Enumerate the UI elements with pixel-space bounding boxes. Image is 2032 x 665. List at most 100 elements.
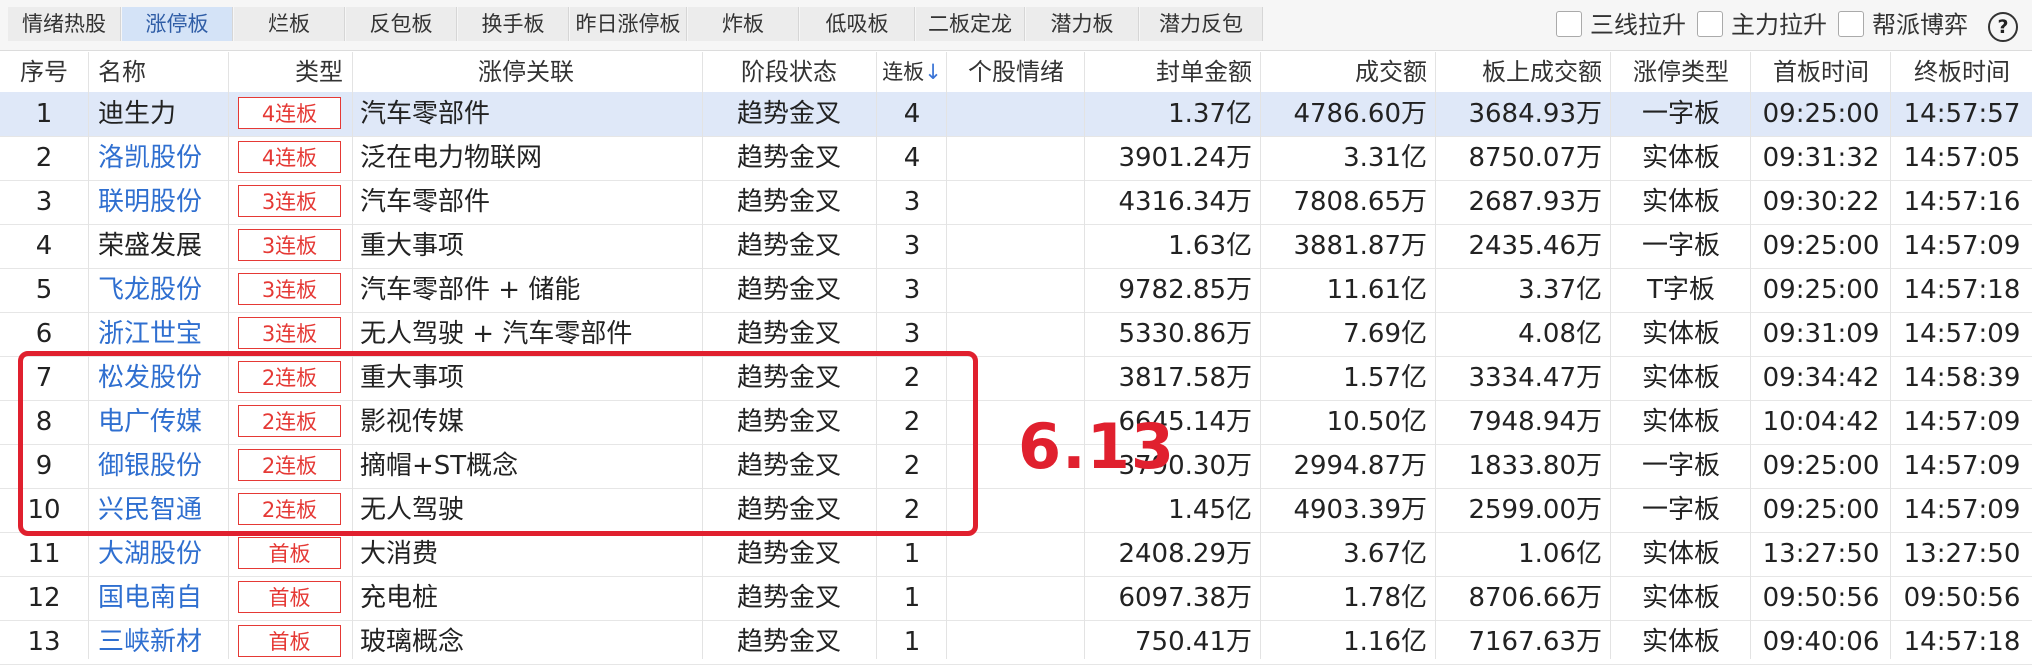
cell-reason: 重大事项 <box>360 231 465 261</box>
cell-board-volume: 8750.07万 <box>1468 143 1602 173</box>
cell-name[interactable]: 大湖股份 <box>98 532 223 576</box>
col-divider <box>1435 52 1436 659</box>
cell-reason: 大消费 <box>360 539 439 569</box>
cell-boards: 1 <box>903 583 921 613</box>
cell-stage: 趋势金叉 <box>736 539 841 569</box>
cell-board-volume: 2435.46万 <box>1468 231 1602 261</box>
streak-badge: 3连板 <box>238 229 341 261</box>
cell-first-time: 09:25:00 <box>1762 231 1880 261</box>
help-icon[interactable]: ? <box>1988 12 2018 42</box>
cell-limit-type: 实体板 <box>1641 627 1720 657</box>
cell-seal: 2408.29万 <box>1118 539 1252 569</box>
cell-boards: 1 <box>903 539 921 569</box>
cell-stage: 趋势金叉 <box>736 231 841 261</box>
cell-first-time: 09:25:00 <box>1762 99 1880 129</box>
table-row[interactable]: 13 三峡新材 玻璃概念 趋势金叉 1 750.41万 1.16亿 7167.63万 实体板 09… <box>0 620 2032 665</box>
cell-name[interactable]: 浙江世宝 <box>98 312 223 356</box>
cell-volume: 7808.65万 <box>1293 187 1427 217</box>
checkbox-icon[interactable] <box>1697 11 1723 37</box>
col-header-reason[interactable]: 涨停关联 <box>352 52 700 92</box>
cell-limit-type: 实体板 <box>1641 143 1720 173</box>
cell-stage: 趋势金叉 <box>736 319 841 349</box>
col-header-board-volume[interactable]: 板上成交额 <box>1437 52 1602 92</box>
tab-9[interactable]: 潜力板 <box>1026 7 1139 41</box>
tab-bar: 情绪热股 涨停板 烂板 反包板 换手板 昨日涨停板 炸板 低吸板 二板定龙 潜力板 潜力反包 三线拉升… <box>0 0 2032 51</box>
streak-badge: 4连板 <box>238 141 341 173</box>
streak-badge: 首板 <box>238 581 341 613</box>
table-row[interactable]: 3 联明股份 汽车零部件 趋势金叉 3 4316.34万 7808.65万 2687.93万 实… <box>0 180 2032 225</box>
cell-seal: 1.37亿 <box>1168 99 1252 129</box>
tab-1[interactable]: 涨停板 <box>122 7 233 41</box>
cell-reason: 充电桩 <box>360 583 439 613</box>
cell-stage: 趋势金叉 <box>736 583 841 613</box>
tab-6[interactable]: 炸板 <box>688 7 799 41</box>
cell-stage: 趋势金叉 <box>736 99 841 129</box>
cell-last-time: 14:58:39 <box>1903 363 2021 393</box>
col-header-first-time[interactable]: 首板时间 <box>1752 52 1890 92</box>
tab-8[interactable]: 二板定龙 <box>916 7 1025 41</box>
cell-board-volume: 7167.63万 <box>1468 627 1602 657</box>
tab-5[interactable]: 昨日涨停板 <box>570 7 687 41</box>
cell-name[interactable]: 联明股份 <box>98 180 223 224</box>
col-divider <box>1260 52 1261 659</box>
cell-board-volume: 8706.66万 <box>1468 583 1602 613</box>
option-label: 三线拉升 <box>1590 11 1686 39</box>
checkbox-icon[interactable] <box>1556 11 1582 37</box>
tab-10[interactable]: 潜力反包 <box>1140 7 1263 41</box>
cell-first-time: 13:27:50 <box>1762 539 1880 569</box>
table-row[interactable]: 5 飞龙股份 汽车零部件 + 储能 趋势金叉 3 9782.85万 11.61亿 3.37亿 T… <box>0 268 2032 313</box>
cell-idx: 12 <box>27 583 61 613</box>
cell-board-volume: 3684.93万 <box>1468 99 1602 129</box>
table-row[interactable]: 1 迪生力 汽车零部件 趋势金叉 4 1.37亿 4786.60万 3684.93万 一字板 09… <box>0 92 2032 137</box>
tab-3[interactable]: 反包板 <box>346 7 457 41</box>
option-checkbox-1[interactable]: 主力拉升 <box>1697 10 1827 40</box>
table-row[interactable]: 12 国电南自 充电桩 趋势金叉 1 6097.38万 1.78亿 8706.66万 实体板 09… <box>0 576 2032 621</box>
table-row[interactable]: 11 大湖股份 大消费 趋势金叉 1 2408.29万 3.67亿 1.06亿 实体板 13:27… <box>0 532 2032 577</box>
cell-last-time: 14:57:09 <box>1903 495 2021 525</box>
cell-idx: 1 <box>35 99 53 129</box>
col-header-boards[interactable]: 连板↓ <box>878 52 946 92</box>
cell-volume: 1.57亿 <box>1343 363 1427 393</box>
tab-4[interactable]: 换手板 <box>458 7 569 41</box>
cell-name[interactable]: 三峡新材 <box>98 620 223 664</box>
table-row[interactable]: 4 荣盛发展 重大事项 趋势金叉 3 1.63亿 3881.87万 2435.46万 一字板 09… <box>0 224 2032 269</box>
cell-last-time: 13:27:50 <box>1903 539 2021 569</box>
cell-name[interactable]: 飞龙股份 <box>98 268 223 312</box>
tab-0[interactable]: 情绪热股 <box>8 7 121 41</box>
streak-badge: 首板 <box>238 537 341 569</box>
col-header-last-time[interactable]: 终板时间 <box>1892 52 2032 92</box>
cell-limit-type: 实体板 <box>1641 187 1720 217</box>
col-divider <box>1610 52 1611 659</box>
col-header-stage[interactable]: 阶段状态 <box>702 52 876 92</box>
cell-name[interactable]: 国电南自 <box>98 576 223 620</box>
cell-name[interactable]: 荣盛发展 <box>98 224 223 268</box>
tab-7[interactable]: 低吸板 <box>800 7 915 41</box>
cell-idx: 3 <box>35 187 53 217</box>
col-header-limit-type[interactable]: 涨停类型 <box>1612 52 1750 92</box>
checkbox-icon[interactable] <box>1838 11 1864 37</box>
option-checkbox-0[interactable]: 三线拉升 <box>1556 10 1686 40</box>
col-header-name[interactable]: 名称 <box>98 52 218 92</box>
cell-boards: 4 <box>903 143 921 173</box>
cell-first-time: 09:31:32 <box>1762 143 1880 173</box>
col-header-type[interactable]: 类型 <box>228 52 343 92</box>
tab-2[interactable]: 烂板 <box>234 7 345 41</box>
cell-name[interactable]: 洛凯股份 <box>98 136 223 180</box>
cell-volume: 1.78亿 <box>1343 583 1427 613</box>
option-checkbox-2[interactable]: 帮派博弈 <box>1838 10 1968 40</box>
streak-badge: 3连板 <box>238 273 341 305</box>
col-header-idx[interactable]: 序号 <box>0 52 88 92</box>
table-row[interactable]: 2 洛凯股份 泛在电力物联网 趋势金叉 4 3901.24万 3.31亿 8750.07万 实体… <box>0 136 2032 181</box>
col-header-volume[interactable]: 成交额 <box>1262 52 1427 92</box>
cell-reason: 无人驾驶 + 汽车零部件 <box>360 319 633 349</box>
cell-first-time: 09:50:56 <box>1762 583 1880 613</box>
option-label: 主力拉升 <box>1731 11 1827 39</box>
cell-board-volume: 7948.94万 <box>1468 407 1602 437</box>
cell-first-time: 09:31:09 <box>1762 319 1880 349</box>
cell-last-time: 14:57:57 <box>1903 99 2021 129</box>
cell-name[interactable]: 迪生力 <box>98 92 223 136</box>
col-header-seal[interactable]: 封单金额 <box>1086 52 1252 92</box>
cell-first-time: 09:25:00 <box>1762 451 1880 481</box>
col-header-sentiment[interactable]: 个股情绪 <box>948 52 1084 92</box>
cell-idx: 13 <box>27 627 61 657</box>
